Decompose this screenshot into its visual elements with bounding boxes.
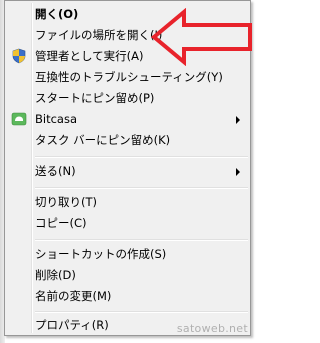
menu-item-label: 開く(O) [35, 7, 79, 21]
menu-item-label: 管理者として実行(A) [35, 49, 144, 63]
menu-item-cut[interactable]: 切り取り(T) [7, 192, 248, 213]
menu-item-bitcasa[interactable]: Bitcasa [7, 109, 248, 130]
menu-item-label: ファイルの場所を開く(I) [35, 28, 163, 42]
menu-item-label: Bitcasa [35, 112, 78, 126]
submenu-arrow-icon [236, 116, 240, 124]
menu-item-label: 削除(D) [35, 268, 76, 282]
bitcasa-icon [11, 112, 27, 126]
menu-item-label: 送る(N) [35, 164, 76, 178]
menu-item-label: 互換性のトラブルシューティング(Y) [35, 70, 223, 84]
submenu-arrow-icon [236, 168, 240, 176]
menu-item-create-shortcut[interactable]: ショートカットの作成(S) [7, 244, 248, 265]
menu-item-pin-to-start[interactable]: スタートにピン留め(P) [7, 88, 248, 109]
menu-item-rename[interactable]: 名前の変更(M) [7, 286, 248, 307]
menu-item-label: タスク バーにピン留め(K) [35, 133, 171, 147]
watermark: satoweb.net [176, 322, 248, 335]
uac-shield-icon [12, 48, 26, 64]
menu-item-label: プロパティ(R) [35, 318, 109, 332]
menu-item-label: スタートにピン留め(P) [35, 91, 155, 105]
menu-separator [35, 187, 248, 189]
menu-item-label: 切り取り(T) [35, 195, 97, 209]
menu-item-send-to[interactable]: 送る(N) [7, 161, 248, 182]
menu-item-pin-to-taskbar[interactable]: タスク バーにピン留め(K) [7, 130, 248, 151]
menu-item-troubleshoot-compatibility[interactable]: 互換性のトラブルシューティング(Y) [7, 67, 248, 88]
menu-separator [35, 239, 248, 241]
menu-item-label: ショートカットの作成(S) [35, 247, 167, 261]
menu-separator [35, 311, 248, 313]
menu-item-label: コピー(C) [35, 216, 87, 230]
menu-item-delete[interactable]: 削除(D) [7, 265, 248, 286]
menu-separator [35, 156, 248, 158]
menu-item-copy[interactable]: コピー(C) [7, 213, 248, 234]
red-arrow-icon [150, 8, 252, 66]
menu-item-label: 名前の変更(M) [35, 289, 112, 303]
